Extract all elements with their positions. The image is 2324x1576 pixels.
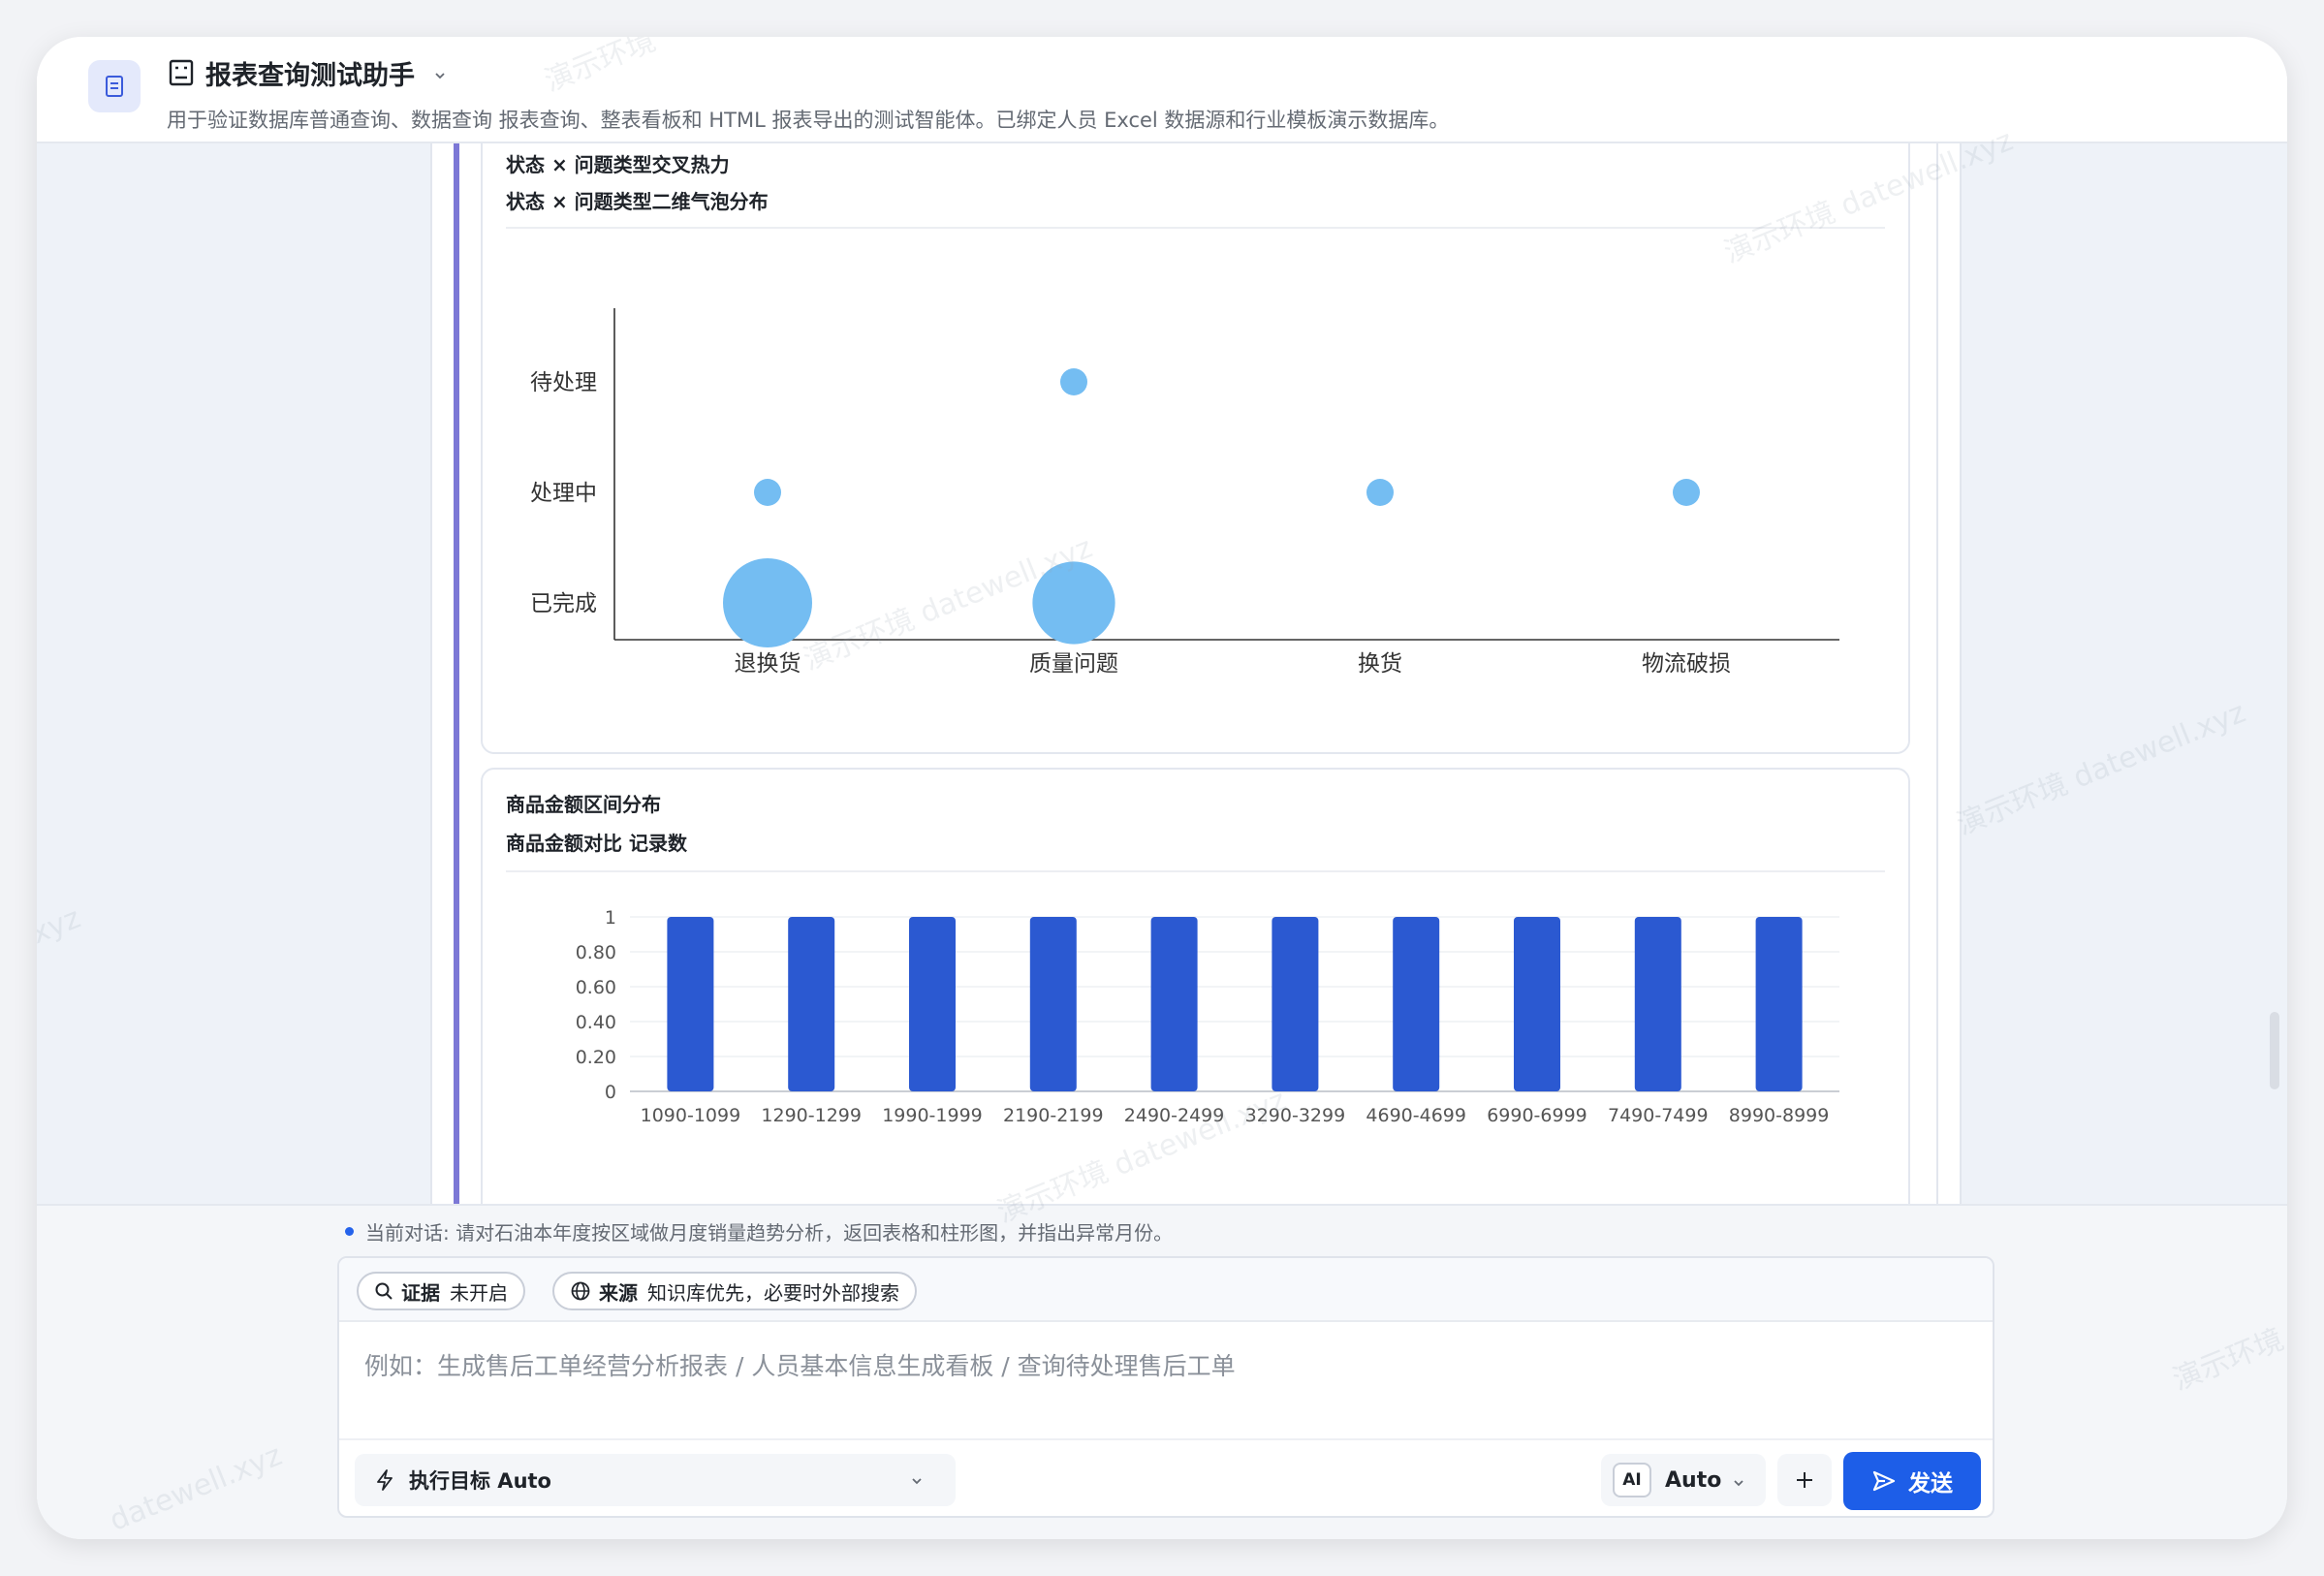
bar [1755, 917, 1803, 1091]
message-accent-bar [454, 143, 459, 1204]
x-tick-label: 1990-1999 [882, 1105, 983, 1126]
card-subtitle: 商品金额对比 记录数 [506, 832, 687, 855]
card-title: 状态 × 问题类型交叉热力 [506, 153, 730, 176]
send-button[interactable]: 发送 [1843, 1452, 1981, 1510]
source-value: 知识库优先，必要时外部搜索 [647, 1280, 899, 1305]
y-tick-label: 待处理 [530, 370, 597, 395]
x-tick-label: 8990-8999 [1729, 1105, 1830, 1126]
model-label: Auto [1665, 1467, 1722, 1493]
x-tick-label: 物流破损 [1642, 651, 1731, 677]
bubble-point [1060, 368, 1087, 395]
bubble-chart: 退换货 质量问题 换货 物流破损 已完成 处理中 待处理 [530, 308, 1839, 677]
agent-description: 用于验证数据库普通查询、数据查询 报表查询、整表看板和 HTML 报表导出的测试… [167, 109, 1450, 132]
bar-chart-card: 商品金额区间分布 商品金额对比 记录数 0 0.20 0.40 0.60 0.80 1 10… [481, 768, 1910, 1204]
y-tick-label: 已完成 [530, 591, 597, 616]
chevron-down-icon[interactable] [432, 68, 448, 83]
card-divider [506, 870, 1885, 872]
bar [1150, 917, 1198, 1091]
x-tick-label: 2190-2199 [1003, 1105, 1104, 1126]
bar [1514, 917, 1560, 1091]
report-icon [169, 59, 194, 86]
plus-icon [1797, 1472, 1812, 1488]
send-label: 发送 [1908, 1471, 1953, 1497]
composer-toolbar: 证据 未开启 来源 知识库优先，必要时外部搜索 [339, 1258, 1993, 1322]
y-tick-label: 0.20 [576, 1047, 616, 1068]
y-tick-label: 0 [605, 1082, 616, 1103]
x-tick-label: 6990-6999 [1487, 1105, 1587, 1126]
chevron-down-icon [1734, 1480, 1743, 1487]
bar [667, 917, 714, 1091]
scrollbar-thumb[interactable] [2270, 1012, 2279, 1089]
bubble-chart-card: 状态 × 问题类型交叉热力 状态 × 问题类型二维气泡分布 退换货 质量问题 换货 物… [481, 143, 1910, 754]
execution-target-select[interactable]: 执行目标 Auto [355, 1454, 956, 1506]
y-tick-label: 0.80 [576, 942, 616, 963]
card-title: 商品金额区间分布 [506, 793, 661, 816]
x-tick-label: 1090-1099 [641, 1105, 741, 1126]
send-icon [1872, 1470, 1896, 1492]
ai-badge-icon: AI [1613, 1463, 1651, 1497]
y-tick-label: 0.60 [576, 977, 616, 998]
y-tick-label: 处理中 [530, 481, 597, 506]
x-tick-label: 2490-2499 [1124, 1105, 1225, 1126]
x-tick-label: 4690-4699 [1366, 1105, 1466, 1126]
search-icon [375, 1282, 393, 1300]
composer: 证据 未开启 来源 知识库优先，必要时外部搜索 例如：生成售后工单经营分析报表 … [337, 1256, 1994, 1518]
evidence-value: 未开启 [450, 1280, 508, 1305]
bubble-point [1366, 479, 1394, 506]
bar [788, 917, 835, 1091]
source-chip[interactable]: 来源 知识库优先，必要时外部搜索 [552, 1272, 917, 1310]
x-tick-label: 1290-1299 [761, 1105, 862, 1126]
model-select[interactable]: AI Auto [1601, 1454, 1766, 1506]
x-tick-label: 退换货 [735, 651, 801, 677]
agent-avatar[interactable] [88, 60, 141, 112]
current-conversation-text: 当前对话: 请对石油本年度按区域做月度销量趋势分析，返回表格和柱形图，并指出异常… [365, 1221, 1174, 1245]
bar-chart: 0 0.20 0.40 0.60 0.80 1 1090-1099 1290-1299 1990… [576, 907, 1839, 1126]
composer-area: 当前对话: 请对石油本年度按区域做月度销量趋势分析，返回表格和柱形图，并指出异常… [37, 1204, 2287, 1539]
y-tick-label: 0.40 [576, 1012, 616, 1033]
agent-title[interactable]: 报表查询测试助手 [205, 54, 415, 92]
bubble-point [1673, 479, 1700, 506]
card-divider [506, 227, 1885, 229]
card-subtitle: 状态 × 问题类型二维气泡分布 [506, 190, 769, 213]
message-input[interactable]: 例如：生成售后工单经营分析报表 / 人员基本信息生成看板 / 查询待处理售后工单 [364, 1347, 1236, 1382]
add-attachment-button[interactable] [1777, 1454, 1832, 1506]
lightning-icon [377, 1469, 393, 1491]
bubble-point [723, 558, 812, 647]
source-key: 来源 [599, 1280, 638, 1305]
evidence-key: 证据 [401, 1280, 440, 1305]
globe-icon [571, 1281, 590, 1301]
chevron-down-icon [912, 1478, 922, 1485]
document-icon [106, 76, 123, 97]
current-conversation: 当前对话: 请对石油本年度按区域做月度销量趋势分析，返回表格和柱形图，并指出异常… [345, 1217, 1173, 1245]
status-dot [345, 1227, 354, 1236]
message-column-divider [1936, 143, 1938, 1204]
bar [1634, 917, 1681, 1091]
execution-target-label: 执行目标 Auto [409, 1469, 551, 1493]
y-tick-label: 1 [605, 907, 616, 929]
bar [1393, 917, 1440, 1091]
x-tick-label: 7490-7499 [1608, 1105, 1709, 1126]
bar [909, 917, 956, 1091]
bubble-point [1032, 561, 1115, 645]
x-tick-label: 质量问题 [1029, 651, 1118, 677]
bubble-point [754, 479, 781, 506]
conversation-area: 状态 × 问题类型交叉热力 状态 × 问题类型二维气泡分布 退换货 质量问题 换货 物… [37, 143, 2287, 1204]
x-tick-label: 3290-3299 [1245, 1105, 1346, 1126]
x-tick-label: 换货 [1358, 651, 1402, 677]
composer-actions: 执行目标 Auto AI Auto 发送 [339, 1438, 1993, 1516]
header: 报表查询测试助手 用于验证数据库普通查询、数据查询 报表查询、整表看板和 HTM… [37, 37, 2287, 143]
bar [1272, 917, 1319, 1091]
bar [1029, 917, 1077, 1091]
evidence-chip[interactable]: 证据 未开启 [357, 1272, 525, 1310]
app-window: 报表查询测试助手 用于验证数据库普通查询、数据查询 报表查询、整表看板和 HTM… [37, 37, 2287, 1539]
